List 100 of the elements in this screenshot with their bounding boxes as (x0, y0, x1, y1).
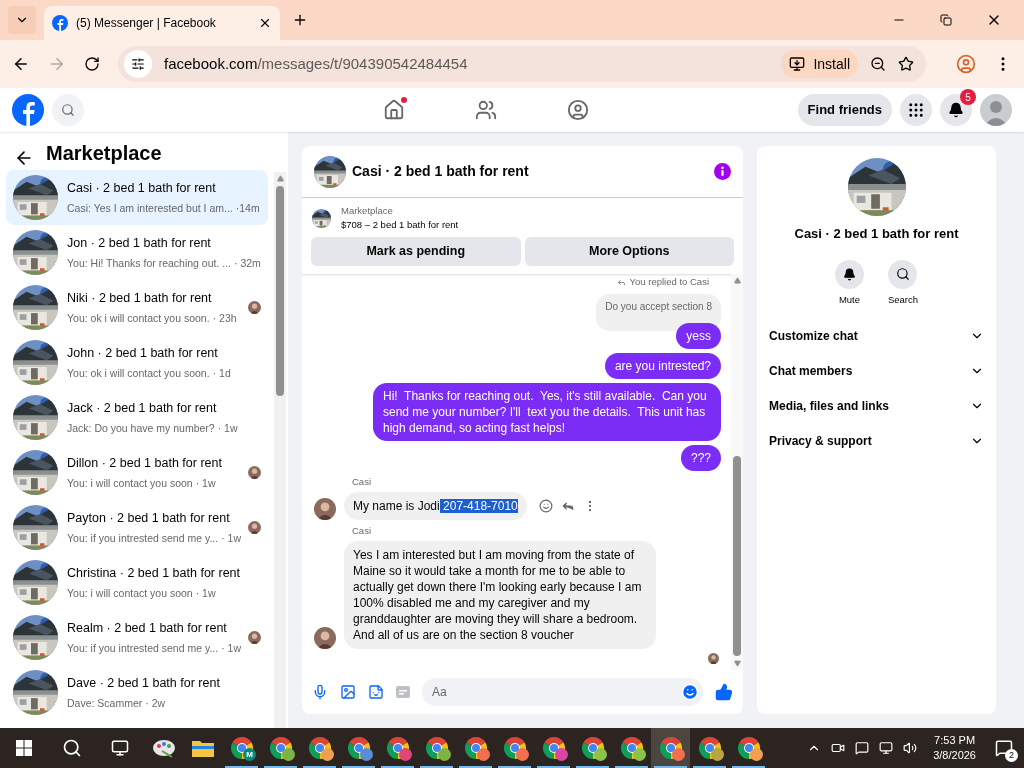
listing-action-button[interactable]: Mark as pending (311, 236, 521, 266)
search-button[interactable] (888, 259, 918, 289)
task-view-icon[interactable] (111, 739, 129, 757)
mute-button[interactable] (834, 259, 864, 289)
message-preview: Dave: Scammer (67, 695, 143, 711)
windows-start-icon[interactable] (16, 740, 32, 756)
scrollbar[interactable] (274, 172, 286, 728)
message-preview: You: if you intrested send me y... (67, 530, 219, 546)
search-icon (896, 267, 910, 281)
reply-icon (616, 277, 626, 287)
message-time: · 23h (212, 310, 237, 326)
scroll-up-icon[interactable] (276, 175, 284, 182)
sender-avatar (314, 497, 336, 520)
site-info-icon[interactable] (131, 57, 145, 71)
address-bar[interactable]: facebook.com/messages/t/904390542484454 Install (118, 46, 926, 82)
profile-icon[interactable] (956, 54, 976, 74)
section-label: Chat members (769, 363, 853, 381)
folder-icon[interactable] (191, 739, 214, 757)
listing-action-button[interactable]: More Options (524, 236, 734, 266)
message-time: ·14m (235, 200, 260, 216)
message-preview: You: ok i will contact you soon. (67, 365, 210, 381)
conversation-item[interactable]: Casi · 2 bed 1 bath for rent Casi: Yes I am interested but I am... ·14m (6, 170, 268, 225)
scroll-down-icon[interactable] (733, 660, 741, 667)
details-section[interactable]: Chat members (769, 353, 984, 389)
quoted-message: Do you accept section 8 (596, 293, 721, 331)
install-button[interactable]: Install (781, 50, 858, 78)
sticker-icon[interactable] (368, 684, 384, 700)
message-icon[interactable] (855, 741, 870, 755)
conversation-item[interactable]: Dave · 2 bed 1 bath for rent Dave: Scammer · 2w (6, 665, 268, 720)
bell-icon (948, 102, 964, 118)
bell-icon (842, 267, 856, 281)
camera-icon[interactable] (831, 741, 846, 755)
search-icon[interactable] (62, 738, 82, 758)
conversation-item[interactable]: Niki · 2 bed 1 bath for rent You: ok i will contact you soon. · 23h (6, 280, 268, 335)
message-time: · 2w (145, 695, 166, 711)
conversation-title: Dillon · 2 bed 1 bath for rent (67, 454, 223, 472)
conversation-item[interactable]: Jack · 2 bed 1 bath for rent Jack: Do you have my number? · 1w (6, 390, 268, 445)
chat-title: Casi · 2 bed 1 bath for rent (352, 162, 530, 181)
reload-icon[interactable] (84, 56, 100, 72)
microphone-icon[interactable] (312, 684, 328, 700)
account-avatar[interactable] (980, 94, 1012, 126)
new-tab-icon[interactable] (292, 12, 308, 28)
sidebar-title: Marketplace (46, 141, 162, 166)
info-icon[interactable] (714, 163, 731, 180)
restore-icon[interactable] (940, 14, 952, 26)
close-tab-icon[interactable] (258, 16, 272, 30)
conversation-item[interactable]: Payton · 2 bed 1 bath for rent You: if you intrested send me y... · 1w (6, 500, 268, 555)
conversation-title: Realm · 2 bed 1 bath for rent (67, 619, 228, 637)
details-section[interactable]: Media, files and links (769, 388, 984, 424)
zoom-icon[interactable] (870, 56, 886, 72)
like-icon[interactable] (715, 683, 733, 701)
section-label: Media, files and links (769, 398, 890, 416)
notifications-button[interactable] (940, 94, 972, 126)
clock-time: 7:53 PM (934, 733, 976, 748)
sender-name: Casi (351, 474, 372, 489)
volume-icon[interactable] (903, 741, 918, 755)
conversation-item[interactable]: Jon · 2 bed 1 bath for rent You: Hi! Thanks for reaching out. ... · 32m (6, 225, 268, 280)
conversation-title: Jon · 2 bed 1 bath for rent (67, 234, 212, 252)
chrome-taskbar-button[interactable]: M (222, 728, 261, 768)
groups-icon[interactable] (566, 99, 589, 121)
notification-badge: 5 (960, 89, 976, 105)
menu-grid-button[interactable] (900, 94, 932, 126)
facebook-logo-icon (52, 15, 68, 31)
message-time: · 1w (221, 640, 241, 656)
profile-badge: M (243, 748, 256, 761)
section-label: Privacy & support (769, 433, 872, 451)
sent-message: Hi! Thanks for reaching out. Yes, it's still available. Can you send me your number? I'll text you the details. This unit has high demand, so acting fast helps! (373, 382, 721, 441)
received-message: Yes I am interested but I am moving from the state of Maine so it would take a month for me to be able to actually get down there I'm looking early because I am 100% disabled me and my caregiver and my granddaughter are moving they will share a bedroom. And all of us are on the section 8 voucher (344, 541, 656, 649)
browser-tab[interactable]: (5) Messenger | Facebook (44, 6, 280, 40)
home-icon[interactable] (382, 99, 405, 121)
notification-center-icon[interactable] (995, 739, 1013, 757)
message-time: · 1w (195, 585, 216, 601)
grid-icon (907, 101, 925, 119)
conversation-title: Niki · 2 bed 1 bath for rent (67, 289, 213, 307)
network-icon[interactable] (879, 741, 894, 755)
palette-icon[interactable] (151, 737, 176, 759)
notification-count: 2 (1005, 749, 1018, 762)
sent-message: yess (676, 322, 721, 349)
scrollbar[interactable] (731, 273, 743, 670)
conversation-item[interactable]: John · 2 bed 1 bath for rent You: ok i will contact you soon. · 1d (6, 335, 268, 390)
scroll-up-icon[interactable] (733, 276, 741, 284)
back-icon[interactable] (12, 55, 30, 73)
conversation-item[interactable]: Christina · 2 bed 1 bath for rent You: i will contact you soon · 1w (6, 555, 268, 610)
facebook-logo-icon[interactable] (12, 94, 44, 126)
react-icon[interactable] (538, 498, 553, 513)
url-text: facebook.com/messages/t/904390542484454 (164, 53, 469, 74)
conversation-title: John · 2 bed 1 bath for rent (67, 344, 219, 362)
received-message: My name is Jodi 207-418-7010 (344, 491, 527, 520)
find-friends-button[interactable]: Find friends (797, 94, 892, 126)
friends-icon[interactable] (474, 99, 497, 121)
chrome-taskbar-button[interactable] (651, 728, 690, 768)
details-section[interactable]: Privacy & support (769, 423, 984, 459)
message-preview: You: Hi! Thanks for reaching out. ... (67, 255, 231, 271)
reply-note: You replied to Casi (629, 275, 709, 290)
photo-icon[interactable] (340, 684, 356, 700)
details-section[interactable]: Customize chat (769, 318, 984, 354)
conversation-item[interactable]: Realm · 2 bed 1 bath for rent You: if you intrested send me y... · 1w (6, 610, 268, 665)
bookmark-star-icon[interactable] (898, 56, 914, 72)
conversation-item[interactable]: Dillon · 2 bed 1 bath for rent You: i will contact you soon · 1w (6, 445, 268, 500)
message-input[interactable]: Aa (422, 678, 703, 706)
